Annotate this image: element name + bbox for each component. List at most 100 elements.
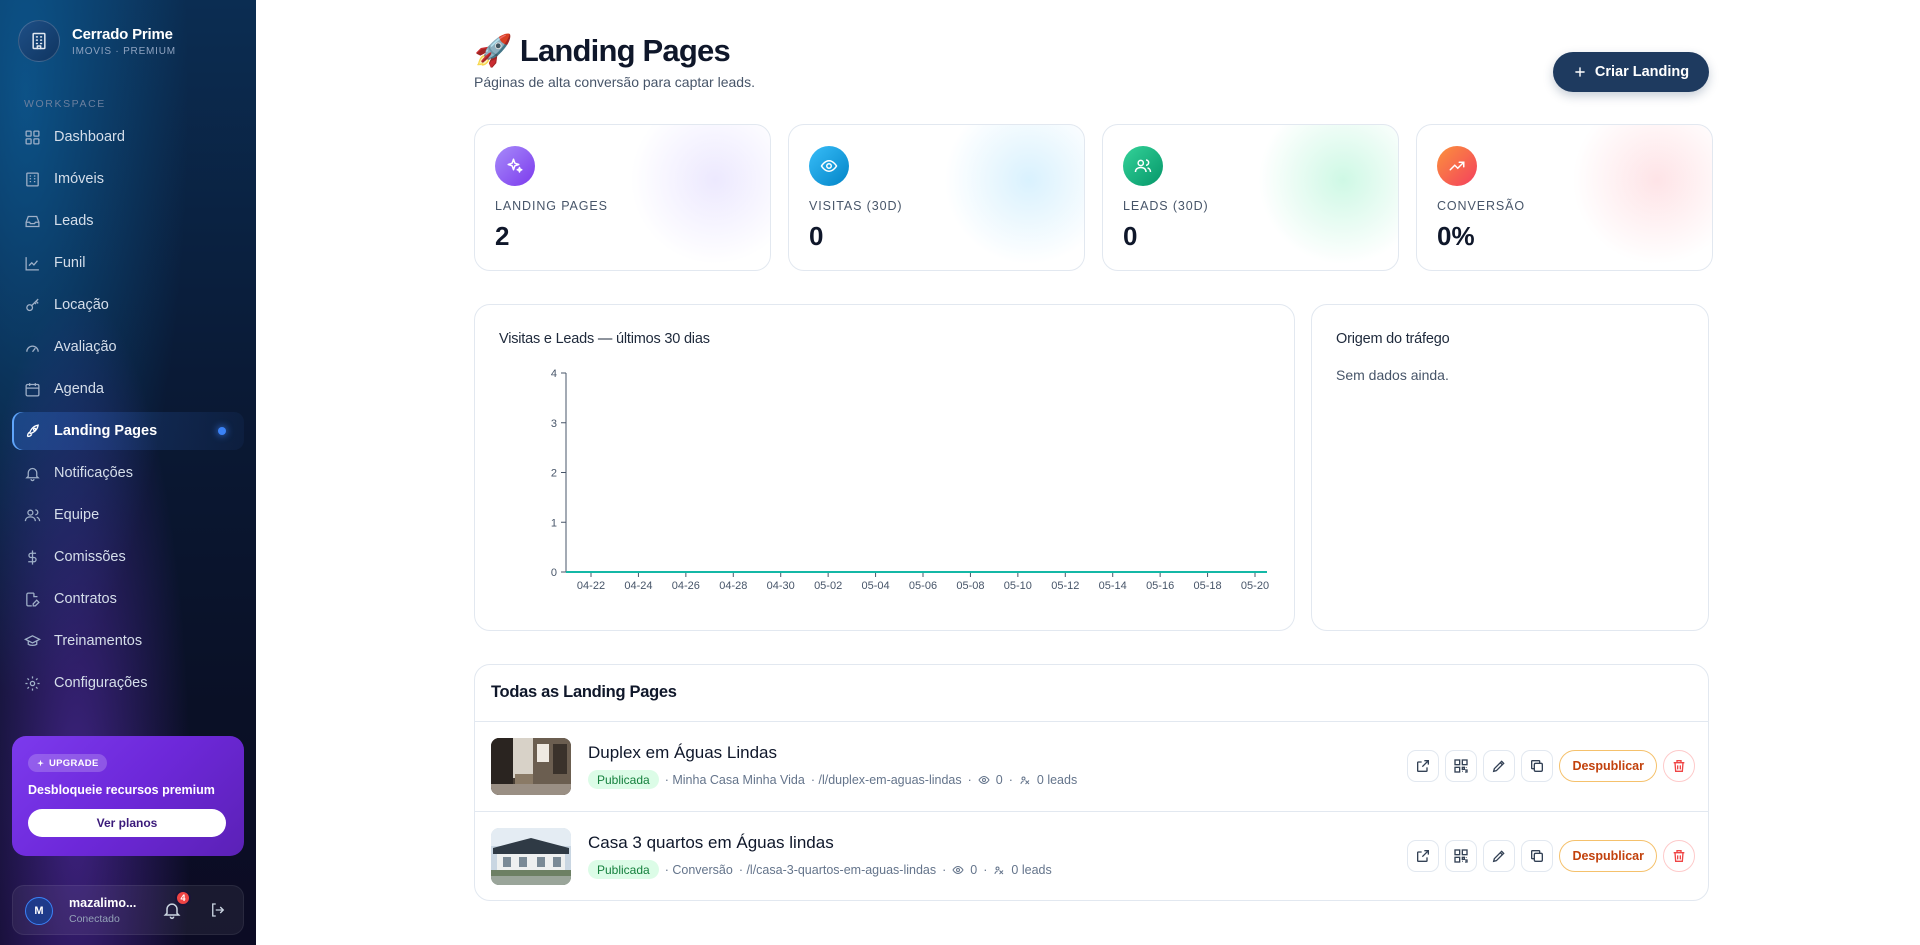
leads-icon [1020,776,1030,784]
landing-thumbnail[interactable] [491,738,571,795]
qr-code-icon [1454,759,1469,773]
edit-button[interactable] [1483,840,1516,872]
sidebar-item-label: Imóveis [54,171,104,187]
card-glow [944,125,1084,265]
unpublish-button[interactable]: Despublicar [1559,750,1657,782]
sidebar-item-locacao[interactable]: Locação [12,286,244,324]
section-label: WORKSPACE [24,98,106,110]
sidebar-item-equipe[interactable]: Equipe [12,496,244,534]
landing-title[interactable]: Casa 3 quartos em Águas lindas [588,833,834,853]
y-tick-label: 4 [551,368,557,380]
stat-card-leads: LEADS (30D) 0 [1102,124,1399,271]
create-landing-label: Criar Landing [1594,64,1690,80]
stat-value: 0 [809,221,824,251]
traffic-empty-text: Sem dados ainda. [1336,367,1449,383]
sidebar-item-funil[interactable]: Funil [12,244,244,282]
traffic-panel: Origem do tráfego Sem dados ainda. [1311,304,1709,631]
leads-icon [994,866,1004,874]
duplicate-button[interactable] [1521,840,1554,872]
list-item[interactable]: Casa 3 quartos em Águas lindas Publicada… [475,811,1708,900]
sidebar-item-label: Comissões [54,549,126,565]
y-tick-label: 2 [551,468,557,480]
sidebar-item-contratos[interactable]: Contratos [12,580,244,618]
avatar[interactable]: M [25,897,53,925]
pencil-icon [1493,850,1506,863]
copy-icon [1531,760,1544,772]
unpublish-button[interactable]: Despublicar [1559,840,1657,872]
chart-line-icon [25,256,39,271]
list-item[interactable]: Duplex em Águas Lindas Publicada · Minha… [475,721,1708,811]
gear-icon [25,675,40,691]
delete-button[interactable] [1663,750,1695,782]
create-landing-button[interactable]: Criar Landing [1553,52,1709,92]
sparkles-icon [37,759,44,766]
separator: · [1008,772,1013,787]
x-tick-label: 05-04 [862,580,890,592]
upgrade-badge: UPGRADE [28,754,107,772]
landing-meta: Publicada · Conversão · /l/casa-3-quarto… [588,860,1052,879]
rocket-icon [26,423,39,437]
sidebar: Cerrado Prime IMOVIS · PREMIUM WORKSPACE… [0,0,256,945]
landing-slug: · /l/duplex-em-aguas-lindas [810,772,962,787]
trash-icon [1673,760,1685,772]
page-title-text: Landing Pages [519,32,731,68]
stat-label: VISITAS (30D) [809,199,903,213]
sidebar-item-dashboard[interactable]: Dashboard [12,118,244,156]
qr-code-button[interactable] [1445,840,1478,872]
users-icon [1123,146,1163,186]
grid-icon [25,129,40,145]
sidebar-item-imoveis[interactable]: Imóveis [12,160,244,198]
sidebar-item-label: Treinamentos [54,633,143,649]
building-icon [26,171,39,187]
graduation-cap-icon [24,634,41,646]
x-tick-label: 04-30 [767,580,795,592]
dollar-icon [28,549,37,565]
view-plans-button[interactable]: Ver planos [28,808,226,837]
stat-label: CONVERSÃO [1437,199,1525,213]
sidebar-item-treinamentos[interactable]: Treinamentos [12,622,244,660]
sidebar-item-landing-pages[interactable]: Landing Pages [12,412,244,450]
x-tick-label: 05-06 [909,580,937,592]
landing-pages-list: Todas as Landing Pages Duplex em Águas L… [474,664,1709,901]
edit-button[interactable] [1483,750,1516,782]
sidebar-item-label: Agenda [54,381,104,397]
page-subtitle: Páginas de alta conversão para captar le… [474,74,755,90]
gauge-icon [26,345,39,352]
landing-title[interactable]: Duplex em Águas Lindas [588,743,777,763]
views-count: 0 [995,772,1003,787]
landing-meta: Publicada · Minha Casa Minha Vida · /l/d… [588,770,1077,789]
sidebar-item-configuracoes[interactable]: Configurações [12,664,244,702]
qr-code-button[interactable] [1445,750,1478,782]
brand[interactable]: Cerrado Prime IMOVIS · PREMIUM [18,20,176,62]
logout-icon[interactable] [209,901,227,919]
x-tick-label: 04-26 [672,580,700,592]
file-edit-icon [26,591,40,607]
x-tick-label: 05-10 [1004,580,1032,592]
open-external-button[interactable] [1407,840,1440,872]
stat-value: 0 [1123,221,1138,251]
landing-thumbnail[interactable] [491,828,571,885]
copy-icon [1531,850,1544,862]
sidebar-item-leads[interactable]: Leads [12,202,244,240]
key-icon [26,298,39,311]
card-glow [630,125,770,265]
status-badge: Publicada [588,860,659,879]
sidebar-item-agenda[interactable]: Agenda [12,370,244,408]
delete-button[interactable] [1663,840,1695,872]
sidebar-item-label: Locação [54,297,109,313]
sidebar-item-comissoes[interactable]: Comissões [12,538,244,576]
views-count: 0 [970,862,978,877]
open-external-button[interactable] [1407,750,1440,782]
separator: · [967,772,972,787]
row-actions: Despublicar [1407,750,1695,782]
sidebar-item-avaliacao[interactable]: Avaliação [12,328,244,366]
plus-icon [1575,67,1585,77]
x-tick-label: 04-28 [719,580,747,592]
duplicate-button[interactable] [1521,750,1554,782]
users-icon [24,508,41,521]
page-title: 🚀 Landing Pages [474,32,731,69]
trending-up-icon [1437,146,1477,186]
sidebar-item-notificacoes[interactable]: Notificações [12,454,244,492]
x-tick-label: 05-02 [814,580,842,592]
sidebar-item-label: Equipe [54,507,100,523]
